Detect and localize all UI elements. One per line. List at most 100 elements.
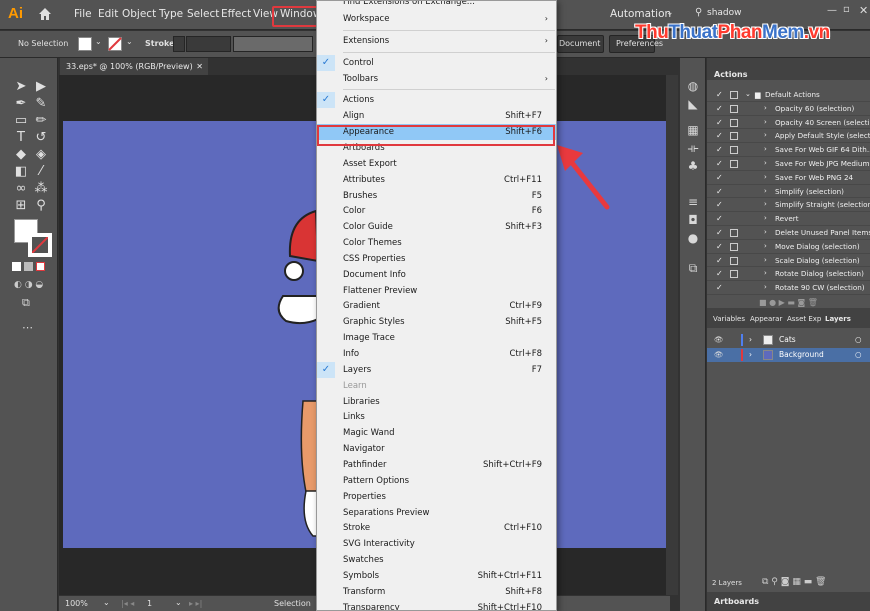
dialog-toggle-icon[interactable] [730, 146, 738, 155]
action-row[interactable]: ✓ › Scale Dialog (selection) [707, 254, 870, 268]
menu-item-attributes[interactable]: Attributes Ctrl+F11 [317, 172, 556, 188]
check-icon[interactable]: ✓ [716, 171, 723, 185]
menu-item-find-extensions[interactable]: Find Extensions on Exchange... [317, 1, 556, 10]
menu-item-pathfinder[interactable]: Pathfinder Shift+Ctrl+F9 [317, 457, 556, 473]
chevron-right-icon[interactable]: › [764, 281, 767, 295]
dialog-toggle-icon[interactable] [730, 256, 738, 265]
chevron-down-icon[interactable]: ⌄ [745, 88, 751, 102]
fill-swatch[interactable] [78, 37, 92, 51]
action-row[interactable]: ✓ › Revert [707, 212, 870, 226]
chevron-right-icon[interactable]: › [764, 157, 767, 171]
chevron-down-icon[interactable]: ⌄ [95, 37, 102, 46]
eyedropper-tool-icon[interactable]: ⁄ [32, 163, 50, 181]
menu-item-asset-export[interactable]: Asset Export [317, 156, 556, 172]
pattern-options-icon[interactable]: ▦ [687, 124, 699, 136]
vertical-scrollbar[interactable] [666, 75, 678, 595]
stroke-color-icon[interactable] [28, 233, 52, 257]
layer-row-background[interactable]: 👁 › Background ○ [707, 348, 870, 362]
layer-footer-icons[interactable]: ⧉ ⚲ ◙ ▦ ▬ 🗑 [762, 577, 827, 587]
action-row[interactable]: ✓ › Simplify (selection) [707, 185, 870, 199]
artboard-number[interactable]: 1 [147, 599, 152, 608]
chevron-right-icon[interactable]: › [764, 102, 767, 116]
next-artboard-icon[interactable]: ▸ ▸| [189, 599, 202, 608]
menu-item-magic-wand[interactable]: Magic Wand [317, 425, 556, 441]
menu-item-transparency[interactable]: Transparency Shift+Ctrl+F10 [317, 600, 556, 610]
menu-item-navigator[interactable]: Navigator [317, 441, 556, 457]
check-icon[interactable]: ✓ [716, 157, 723, 171]
rectangle-tool-icon[interactable]: ▭ [12, 112, 30, 130]
menu-edit[interactable]: Edit [98, 8, 118, 20]
type-tool-icon[interactable]: T [12, 129, 30, 147]
screen-mode-icon[interactable]: ⧉ [22, 296, 30, 310]
menu-item-symbols[interactable]: Symbols Shift+Ctrl+F11 [317, 568, 556, 584]
menu-item-brushes[interactable]: Brushes F5 [317, 188, 556, 204]
chevron-right-icon[interactable]: › [764, 267, 767, 281]
home-icon[interactable] [38, 7, 52, 21]
stroke-panel-icon[interactable]: ≡ [687, 196, 699, 208]
menu-item-info[interactable]: Info Ctrl+F8 [317, 346, 556, 362]
menu-item-image-trace[interactable]: Image Trace [317, 330, 556, 346]
check-icon[interactable]: ✓ [716, 226, 723, 240]
check-icon[interactable]: ✓ [716, 254, 723, 268]
curvature-tool-icon[interactable]: ✎ [32, 95, 50, 113]
action-row[interactable]: ✓ › Rotate Dialog (selection) [707, 267, 870, 282]
dialog-toggle-icon[interactable] [730, 242, 738, 251]
dialog-toggle-icon[interactable] [730, 104, 738, 113]
menu-item-color[interactable]: Color F6 [317, 203, 556, 219]
menu-item-pattern-options[interactable]: Pattern Options [317, 473, 556, 489]
menu-item-graphic-styles[interactable]: Graphic Styles Shift+F5 [317, 314, 556, 330]
action-row[interactable]: ✓ › Simplify Straight (selection) [707, 198, 870, 213]
selection-tool-icon[interactable]: ➤ [12, 78, 30, 96]
variable-width-profile[interactable] [233, 36, 313, 52]
check-icon[interactable]: ✓ [716, 88, 723, 102]
transform-icon[interactable]: ⧉ [687, 262, 699, 274]
shape-builder-icon[interactable]: ◈ [32, 146, 50, 164]
eraser-tool-icon[interactable]: ◆ [12, 146, 30, 164]
check-icon[interactable]: ✓ [716, 267, 723, 281]
chevron-right-icon[interactable]: › [764, 254, 767, 268]
menu-item-svg-interactivity[interactable]: SVG Interactivity [317, 536, 556, 552]
menu-item-transform[interactable]: Transform Shift+F8 [317, 584, 556, 600]
chevron-right-icon[interactable]: › [749, 348, 752, 362]
action-row[interactable]: ✓ › Apply Default Style (select... [707, 129, 870, 144]
chevron-right-icon[interactable]: › [764, 171, 767, 185]
chevron-down-icon[interactable]: ⌄ [126, 37, 133, 46]
menu-type[interactable]: Type [159, 8, 183, 20]
zoom-tool-icon[interactable]: ⚲ [32, 197, 50, 215]
dialog-toggle-icon[interactable] [730, 118, 738, 127]
actions-tab[interactable]: Actions [714, 70, 747, 79]
align-icon[interactable]: ⟛ [687, 142, 699, 154]
menu-object[interactable]: Object [122, 8, 156, 20]
cat-illustration[interactable] [268, 201, 318, 541]
action-row[interactable]: ✓ › Rotate 90 CW (selection) [707, 281, 870, 295]
tab-layers[interactable]: Layers [825, 315, 851, 323]
chevron-right-icon[interactable]: › [764, 240, 767, 254]
menu-file[interactable]: File [74, 8, 92, 20]
menu-item-align[interactable]: Align Shift+F7 [317, 108, 556, 124]
chevron-right-icon[interactable]: › [764, 198, 767, 212]
chevron-right-icon[interactable]: › [764, 212, 767, 226]
stroke-swatch[interactable] [108, 37, 122, 51]
check-icon[interactable]: ✓ [716, 102, 723, 116]
menu-item-extensions[interactable]: Extensions › [317, 33, 556, 49]
rotate-tool-icon[interactable]: ↺ [32, 129, 50, 147]
none-mode-icon[interactable] [36, 262, 45, 271]
dialog-toggle-icon[interactable] [730, 229, 738, 237]
target-icon[interactable]: ○ [855, 348, 862, 362]
appearance-panel-icon[interactable]: ◍ [687, 80, 699, 92]
menu-item-color-guide[interactable]: Color Guide Shift+F3 [317, 219, 556, 235]
chevron-right-icon[interactable]: › [764, 185, 767, 199]
graphic-styles-icon[interactable]: ◣ [687, 98, 699, 110]
blend-tool-icon[interactable]: ∞ [12, 180, 30, 198]
gradient-tool-icon[interactable]: ◧ [12, 163, 30, 181]
menu-item-color-themes[interactable]: Color Themes [317, 235, 556, 251]
stroke-stepper[interactable] [173, 36, 185, 52]
action-row[interactable]: ✓ › Opacity 60 (selection) [707, 102, 870, 116]
symbols-icon[interactable]: ♣ [687, 160, 699, 172]
menu-item-stroke[interactable]: Stroke Ctrl+F10 [317, 520, 556, 536]
menu-item-links[interactable]: Links [317, 409, 556, 425]
tab-variables[interactable]: Variables [713, 315, 745, 323]
action-row[interactable]: ✓ › Save For Web GIF 64 Dith... [707, 143, 870, 157]
chevron-down-icon[interactable]: ⌄ [175, 598, 182, 607]
minimize-icon[interactable]: — [827, 5, 837, 16]
